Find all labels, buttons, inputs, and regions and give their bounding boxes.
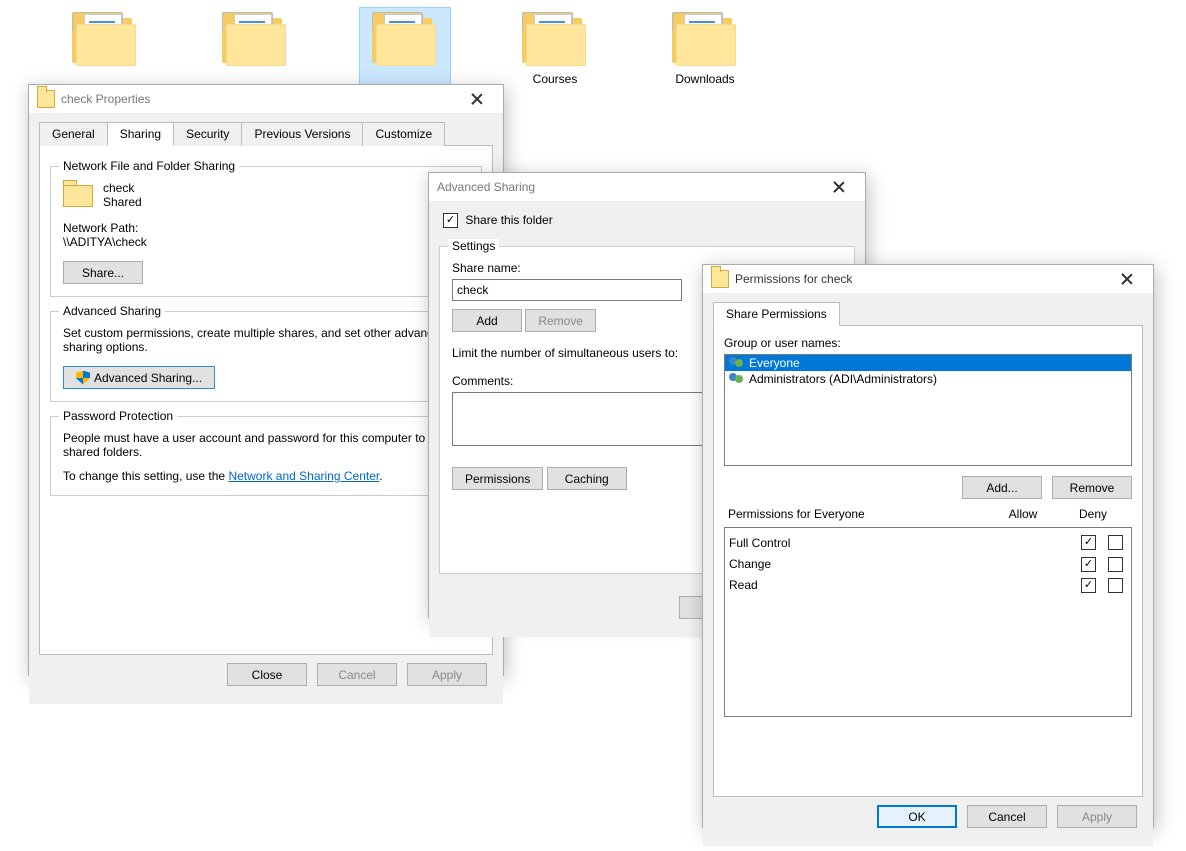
permission-name: Full Control [725,532,1077,553]
deny-checkbox[interactable] [1108,578,1123,593]
close-button[interactable]: Close [227,663,307,686]
folder-icon [711,270,729,288]
tab-previous-versions[interactable]: Previous Versions [241,122,363,146]
remove-user-button[interactable]: Remove [1052,476,1132,499]
folder-icon [37,90,55,108]
permissions-for-label: Permissions for Everyone [728,507,988,521]
folder-label: Downloads [660,72,750,86]
desktop-folder[interactable] [360,8,450,86]
column-allow: Allow [988,507,1058,521]
permissions-titlebar[interactable]: Permissions for check [703,265,1153,293]
close-icon [472,94,482,104]
share-name-input[interactable] [452,279,682,301]
deny-checkbox[interactable] [1108,535,1123,550]
apply-button[interactable]: Apply [1057,805,1137,828]
user-list-item[interactable]: Administrators (ADI\Administrators) [725,371,1131,387]
allow-checkbox[interactable] [1081,578,1096,593]
user-name: Everyone [749,356,800,370]
permission-row: Read [725,575,1131,596]
close-icon [834,182,844,192]
caching-button[interactable]: Caching [547,467,627,490]
object-state: Shared [103,195,142,209]
share-this-folder-checkbox[interactable] [443,213,458,228]
desktop-folder[interactable]: Downloads [660,8,750,86]
group-password-protection: Password Protection [59,409,177,423]
add-user-button[interactable]: Add... [962,476,1042,499]
advanced-sharing-button-label: Advanced Sharing... [94,371,202,385]
group-advanced-sharing: Advanced Sharing [59,304,165,318]
users-icon [729,357,745,369]
deny-checkbox[interactable] [1108,557,1123,572]
share-button[interactable]: Share... [63,261,143,284]
cancel-button[interactable]: Cancel [967,805,1047,828]
advanced-sharing-button[interactable]: Advanced Sharing... [63,366,215,389]
network-sharing-center-link[interactable]: Network and Sharing Center [228,469,379,483]
folder-icon [63,181,95,207]
folder-icon [370,8,440,68]
password-change-hint: To change this setting, use the Network … [63,469,469,483]
add-share-button[interactable]: Add [452,309,522,332]
users-listbox[interactable]: Everyone Administrators (ADI\Administrato… [724,354,1132,466]
group-settings: Settings [448,239,499,253]
group-user-names-label: Group or user names: [724,336,1132,350]
close-button[interactable] [819,173,859,201]
remove-share-button[interactable]: Remove [525,309,596,332]
folder-icon [220,8,290,68]
password-desc: People must have a user account and pass… [63,431,469,459]
tab-general[interactable]: General [39,122,108,146]
close-button[interactable] [457,85,497,113]
properties-titlebar[interactable]: check Properties [29,85,503,113]
permission-name: Read [725,575,1077,596]
close-button[interactable] [1107,265,1147,293]
allow-checkbox[interactable] [1081,535,1096,550]
object-name: check [103,181,142,195]
tab-customize[interactable]: Customize [362,122,445,146]
tab-share-permissions[interactable]: Share Permissions [713,302,840,326]
shield-icon [76,371,90,385]
close-icon [1122,274,1132,284]
network-path-value: \\ADITYA\check [63,235,469,249]
user-list-item[interactable]: Everyone [725,355,1131,371]
tab-strip: GeneralSharingSecurityPrevious VersionsC… [39,121,493,146]
advanced-sharing-desc: Set custom permissions, create multiple … [63,326,469,354]
permissions-button[interactable]: Permissions [452,467,543,490]
desktop-folder[interactable]: Courses [510,8,600,86]
allow-checkbox[interactable] [1081,557,1096,572]
folder-icon [70,8,140,68]
advanced-sharing-titlebar[interactable]: Advanced Sharing [429,173,865,201]
network-path-label: Network Path: [63,221,469,235]
cancel-button[interactable]: Cancel [317,663,397,686]
user-name: Administrators (ADI\Administrators) [749,372,937,386]
permission-name: Change [725,553,1077,574]
window-title: Permissions for check [735,272,852,286]
desktop-folder[interactable] [210,8,300,86]
permissions-dialog: Permissions for check Share Permissions … [702,264,1154,828]
group-network-sharing: Network File and Folder Sharing [59,159,239,173]
permission-row: Change [725,553,1131,574]
desktop-folders: Courses Downloads [60,8,750,86]
window-title: check Properties [61,92,150,106]
desktop-folder[interactable] [60,8,150,86]
users-icon [729,373,745,385]
tab-sharing[interactable]: Sharing [107,122,174,146]
permission-row: Full Control [725,532,1131,553]
ok-button[interactable]: OK [877,805,957,828]
apply-button[interactable]: Apply [407,663,487,686]
folder-label: Courses [510,72,600,86]
permissions-grid: Full ControlChangeRead [724,527,1132,717]
tab-security[interactable]: Security [173,122,242,146]
share-this-folder-label: Share this folder [465,213,552,227]
password-hint-prefix: To change this setting, use the [63,469,228,483]
column-deny: Deny [1058,507,1128,521]
folder-icon [670,8,740,68]
folder-icon [520,8,590,68]
window-title: Advanced Sharing [437,180,535,194]
